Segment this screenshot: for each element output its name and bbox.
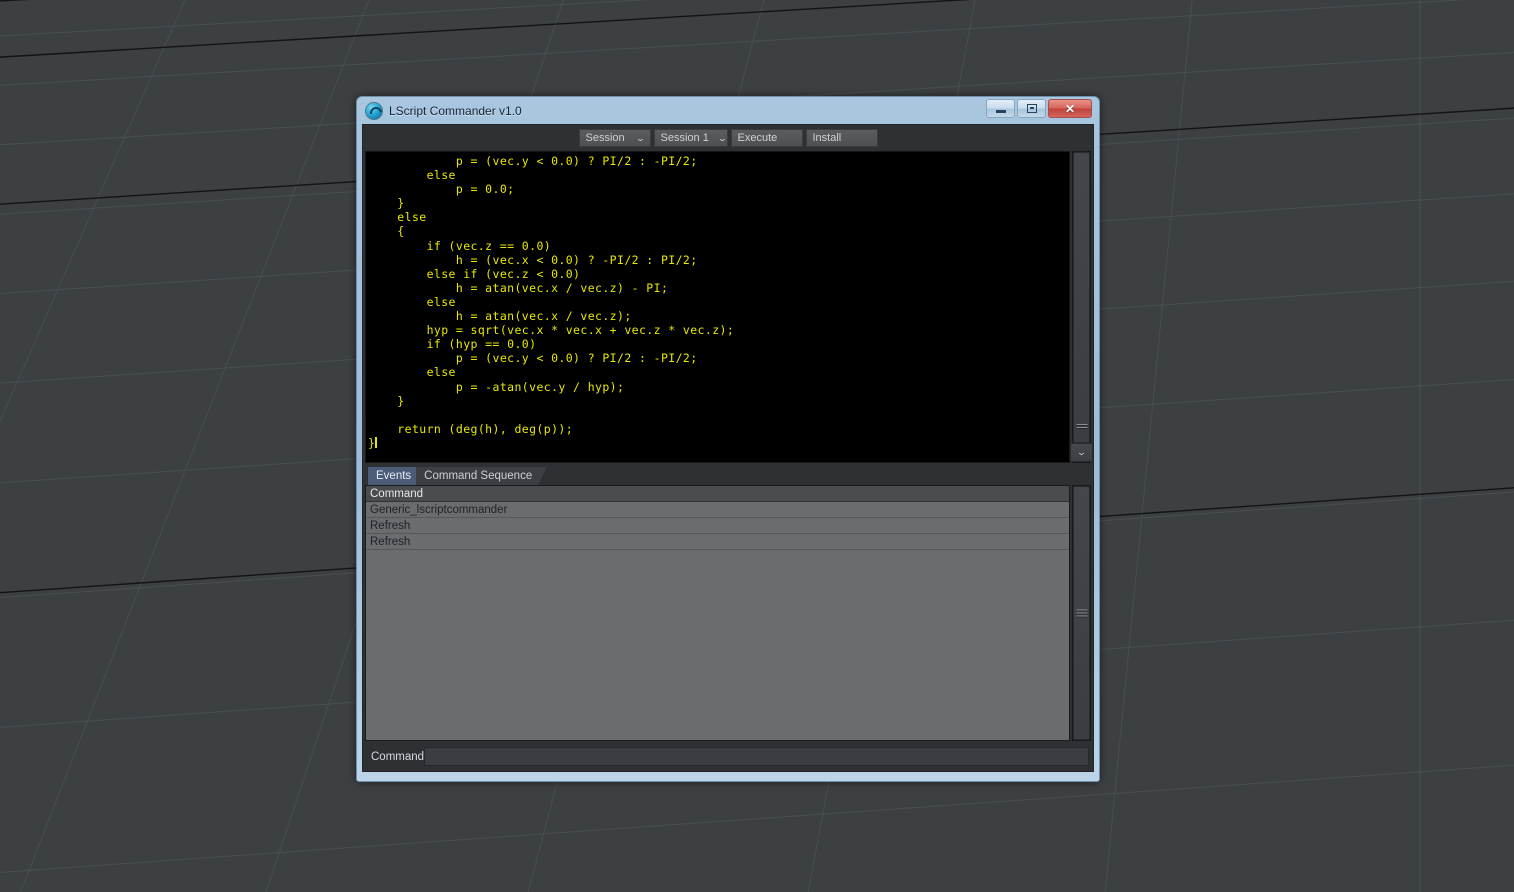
scrollbar-down-button[interactable]: ⌄ xyxy=(1069,443,1094,462)
close-button[interactable]: ✕ xyxy=(1048,99,1092,118)
code-last-line-text: } xyxy=(368,435,376,450)
tab-command-sequence-label: Command Sequence xyxy=(424,470,533,482)
command-input[interactable] xyxy=(424,747,1089,766)
table-row[interactable]: Refresh xyxy=(366,534,1069,550)
cell-command: Generic_lscriptcommander xyxy=(370,503,508,516)
tab-command-sequence[interactable]: Command Sequence xyxy=(416,467,548,485)
events-list-vertical-scrollbar[interactable] xyxy=(1072,485,1091,741)
tab-events-label: Events xyxy=(376,470,412,482)
scrollbar-grip-icon xyxy=(1076,608,1087,619)
session-select[interactable]: Session 1 ⌄ xyxy=(653,129,728,147)
window-controls[interactable]: ✕ xyxy=(986,99,1092,118)
session-dropdown[interactable]: Session ⌄ xyxy=(578,129,651,147)
cell-command: Refresh xyxy=(370,519,411,532)
install-button[interactable]: Install xyxy=(805,129,878,147)
cell-command: Refresh xyxy=(370,535,411,548)
events-list[interactable]: Command Generic_lscriptcommander Refresh… xyxy=(365,485,1070,741)
tab-bar[interactable]: Events Command Sequence xyxy=(365,466,1091,485)
code-text: p = (vec.y < 0.0) ? PI/2 : -PI/2; else p… xyxy=(397,154,735,436)
scrollbar-thumb[interactable] xyxy=(1073,486,1090,740)
maximize-button[interactable] xyxy=(1017,99,1046,118)
chevron-down-icon: ⌄ xyxy=(717,133,728,143)
command-bar: Command xyxy=(365,744,1091,769)
window-client-area: Session ⌄ Session 1 ⌄ Execute Install p … xyxy=(362,124,1094,772)
table-row[interactable]: Generic_lscriptcommander xyxy=(366,502,1069,518)
maximize-icon xyxy=(1026,104,1037,113)
table-row[interactable]: Refresh xyxy=(366,518,1069,534)
minimize-icon xyxy=(995,109,1006,113)
column-header-command: Command xyxy=(370,487,424,500)
code-editor[interactable]: p = (vec.y < 0.0) ? PI/2 : -PI/2; else p… xyxy=(365,151,1070,463)
events-list-empty-area xyxy=(366,550,1069,740)
window-titlebar[interactable]: LScript Commander v1.0 ✕ xyxy=(362,97,1094,124)
close-icon: ✕ xyxy=(1064,101,1076,116)
chevron-down-icon: ⌄ xyxy=(635,133,646,143)
editor-vertical-scrollbar[interactable]: ⌄ xyxy=(1069,151,1094,463)
events-list-region: Command Generic_lscriptcommander Refresh… xyxy=(365,485,1091,741)
lightwave-swirl-icon xyxy=(366,102,382,119)
code-last-line: } xyxy=(368,436,1069,450)
scrollbar-thumb[interactable] xyxy=(1073,152,1090,443)
editor-region: p = (vec.y < 0.0) ? PI/2 : -PI/2; else p… xyxy=(365,151,1094,463)
window-title: LScript Commander v1.0 xyxy=(389,103,522,118)
execute-button[interactable]: Execute xyxy=(730,129,803,147)
scrollbar-grip-icon xyxy=(1076,422,1087,430)
session-dropdown-label: Session xyxy=(585,132,625,144)
lscript-commander-window[interactable]: LScript Commander v1.0 ✕ Session ⌄ Sessi… xyxy=(356,96,1100,782)
text-caret xyxy=(375,436,378,448)
events-list-header: Command xyxy=(366,486,1069,502)
minimize-button[interactable] xyxy=(986,99,1015,118)
tab-slant xyxy=(538,467,548,485)
session-select-label: Session 1 xyxy=(660,132,709,144)
command-input-label: Command xyxy=(371,750,425,763)
lightwave-viewport-background: LScript Commander v1.0 ✕ Session ⌄ Sessi… xyxy=(0,0,1514,892)
tab-events[interactable]: Events xyxy=(368,467,427,485)
toolbar: Session ⌄ Session 1 ⌄ Execute Install xyxy=(365,129,1091,147)
